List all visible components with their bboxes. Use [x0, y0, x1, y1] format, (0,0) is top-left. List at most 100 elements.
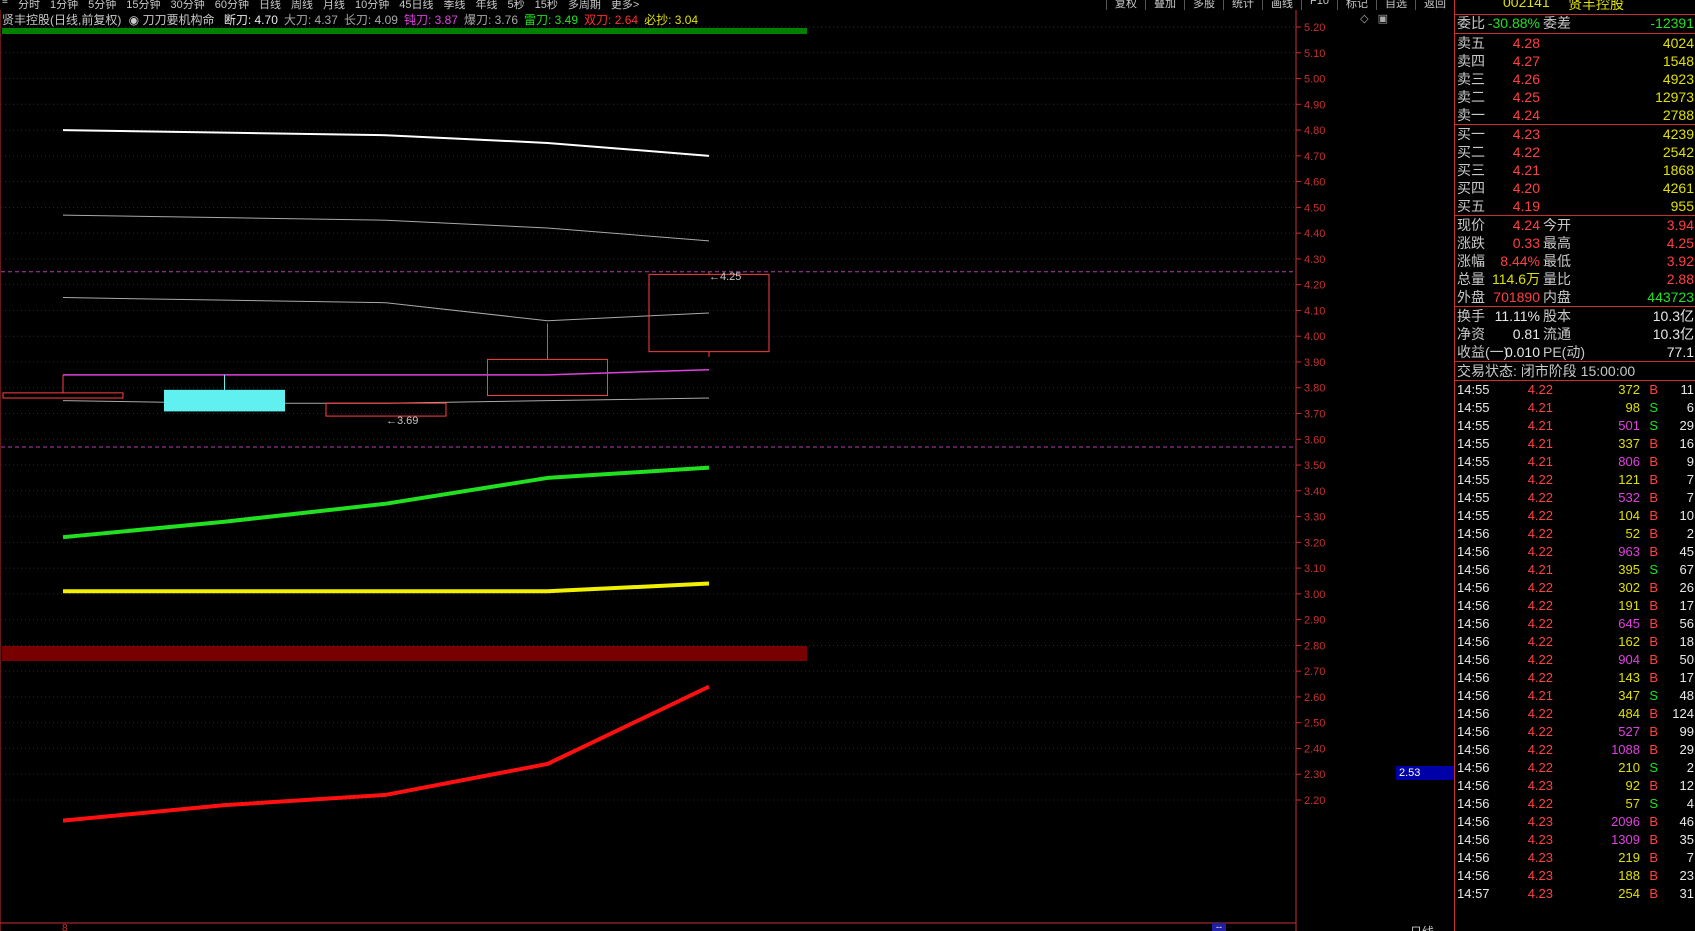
- tick-direction: B: [1649, 508, 1658, 523]
- tick-volume: 484: [1618, 706, 1640, 721]
- period-tab-0[interactable]: 分时: [18, 0, 40, 10]
- maximize-icon[interactable]: ▣: [1378, 13, 1388, 25]
- sell-level-5[interactable]: 卖五 4.28 4024: [1455, 34, 1695, 52]
- sell-volume: 4024: [1662, 35, 1694, 51]
- bottom-period-label[interactable]: 日线: [1410, 923, 1434, 931]
- price-tick-label: 4.70: [1304, 151, 1325, 163]
- indicator-value-3: 钝刀: 3.87: [403, 13, 458, 27]
- tick-count: 7: [1686, 850, 1694, 865]
- tick-row: 14:56 4.22 484 B 124: [1455, 705, 1695, 723]
- indicator-value-0: 断刀: 4.70: [223, 13, 278, 27]
- period-tab-10[interactable]: 45日线: [399, 0, 433, 10]
- buy-level-1[interactable]: 买一 4.23 4239: [1455, 125, 1695, 143]
- tick-volume: 527: [1618, 724, 1640, 739]
- buy-level-5[interactable]: 买五 4.19 955: [1455, 197, 1695, 215]
- tick-count: 124: [1672, 706, 1694, 721]
- tool-button-3[interactable]: 统计: [1223, 0, 1262, 10]
- indicator-value-4: 爆刀: 3.76: [463, 13, 518, 27]
- period-tab-12[interactable]: 年线: [476, 0, 498, 10]
- period-tab-9[interactable]: 10分钟: [355, 0, 389, 10]
- period-tab-11[interactable]: 季线: [444, 0, 466, 10]
- tick-price: 4.22: [1527, 580, 1553, 595]
- tool-button-8[interactable]: 返回: [1415, 0, 1454, 10]
- tick-volume: 302: [1618, 580, 1640, 595]
- period-tab-1[interactable]: 1分钟: [50, 0, 78, 10]
- tick-direction: B: [1649, 436, 1658, 451]
- indicator-toggle[interactable]: ◉ 刀刀要机构命: [129, 13, 215, 27]
- tick-direction: S: [1649, 760, 1658, 775]
- period-tab-13[interactable]: 5秒: [508, 0, 525, 10]
- tick-volume: 57: [1625, 796, 1640, 811]
- tick-direction: B: [1649, 670, 1658, 685]
- sell-label: 卖五: [1457, 35, 1485, 51]
- period-tab-15[interactable]: 多周期: [568, 0, 601, 10]
- quote-panel: 002141 贤丰控股 委比 -30.88% 委差 -12391 卖五 4.28 4024 卖…: [1454, 0, 1695, 931]
- sell-level-4[interactable]: 卖四 4.27 1548: [1455, 52, 1695, 70]
- buy-level-3[interactable]: 买三 4.21 1868: [1455, 161, 1695, 179]
- quote-row: 现价 4.24 今开 3.94: [1455, 216, 1695, 234]
- tick-row: 14:56 4.22 1088 B 29: [1455, 741, 1695, 759]
- sell-level-1[interactable]: 卖一 4.24 2788: [1455, 106, 1695, 124]
- tick-price: 4.22: [1527, 670, 1553, 685]
- period-tab-2[interactable]: 5分钟: [88, 0, 116, 10]
- tick-time: 14:56: [1457, 850, 1490, 865]
- period-tab-16[interactable]: 更多>: [611, 0, 639, 10]
- tool-button-5[interactable]: F10: [1301, 0, 1337, 10]
- sell-level-3[interactable]: 卖三 4.26 4923: [1455, 70, 1695, 88]
- tick-time: 14:56: [1457, 598, 1490, 613]
- chart-corner-controls: ◇ ▣: [1354, 12, 1388, 25]
- tick-count: 67: [1679, 562, 1694, 577]
- buy-label: 买三: [1457, 162, 1485, 178]
- menu-icon[interactable]: ≡: [2, 0, 8, 7]
- quote-value: 4.25: [1666, 235, 1694, 251]
- tick-volume: 806: [1618, 454, 1640, 469]
- price-tick-label: 3.80: [1304, 383, 1325, 395]
- tick-time: 14:56: [1457, 778, 1490, 793]
- sell-level-2[interactable]: 卖二 4.25 12973: [1455, 88, 1695, 106]
- weicha-label: 委差: [1543, 15, 1571, 31]
- tick-count: 12: [1679, 778, 1694, 793]
- tick-row: 14:56 4.22 210 S 2: [1455, 759, 1695, 777]
- sell-volume: 1548: [1662, 53, 1694, 69]
- period-tab-5[interactable]: 60分钟: [215, 0, 249, 10]
- period-tab-14[interactable]: 15秒: [535, 0, 558, 10]
- buy-price: 4.19: [1512, 198, 1540, 214]
- tool-button-6[interactable]: 标记: [1337, 0, 1376, 10]
- tool-button-7[interactable]: 自选: [1376, 0, 1415, 10]
- period-tab-4[interactable]: 30分钟: [171, 0, 205, 10]
- period-tab-3[interactable]: 15分钟: [126, 0, 160, 10]
- tick-row: 14:55 4.21 337 B 16: [1455, 435, 1695, 453]
- tool-button-0[interactable]: 复权: [1106, 0, 1145, 10]
- tick-price: 4.23: [1527, 814, 1553, 829]
- price-tick-label: 4.30: [1304, 254, 1325, 266]
- tick-time: 14:55: [1457, 508, 1490, 523]
- tick-time: 14:56: [1457, 634, 1490, 649]
- sell-price: 4.26: [1512, 71, 1540, 87]
- period-tab-8[interactable]: 月线: [323, 0, 345, 10]
- tool-button-2[interactable]: 多股: [1184, 0, 1223, 10]
- tick-count: 99: [1679, 724, 1694, 739]
- period-tab-6[interactable]: 日线: [259, 0, 281, 10]
- tick-volume: 188: [1618, 868, 1640, 883]
- tick-time: 14:55: [1457, 418, 1490, 433]
- tick-time: 14:56: [1457, 724, 1490, 739]
- kline-chart-area[interactable]: 5.20 5.10 5.00 4.90 4.80 4.70 4.60 4.50 4.40 4.30…: [0, 10, 1454, 931]
- diamond-icon[interactable]: ◇: [1360, 13, 1368, 25]
- weibi-value: -30.88%: [1487, 15, 1540, 31]
- tick-count: 16: [1679, 436, 1694, 451]
- tool-button-1[interactable]: 叠加: [1145, 0, 1184, 10]
- buy-level-4[interactable]: 买四 4.20 4261: [1455, 179, 1695, 197]
- tick-direction: S: [1649, 400, 1658, 415]
- tick-direction: B: [1649, 580, 1658, 595]
- tool-button-4[interactable]: 画线: [1262, 0, 1301, 10]
- quote-row: 总量 114.6万 量比 2.88: [1455, 270, 1695, 288]
- scroll-marker[interactable]: --: [1212, 923, 1226, 931]
- quote-label: 量比: [1543, 271, 1571, 287]
- buy-level-2[interactable]: 买二 4.22 2542: [1455, 143, 1695, 161]
- indicator-value-7: 必抄: 3.04: [644, 13, 699, 27]
- period-tab-7[interactable]: 周线: [291, 0, 313, 10]
- kline-chart[interactable]: 5.20 5.10 5.00 4.90 4.80 4.70 4.60 4.50 4.40 4.30…: [0, 10, 1454, 931]
- tick-direction: B: [1649, 454, 1658, 469]
- tick-direction: B: [1649, 868, 1658, 883]
- tick-row: 14:56 4.22 191 B 17: [1455, 597, 1695, 615]
